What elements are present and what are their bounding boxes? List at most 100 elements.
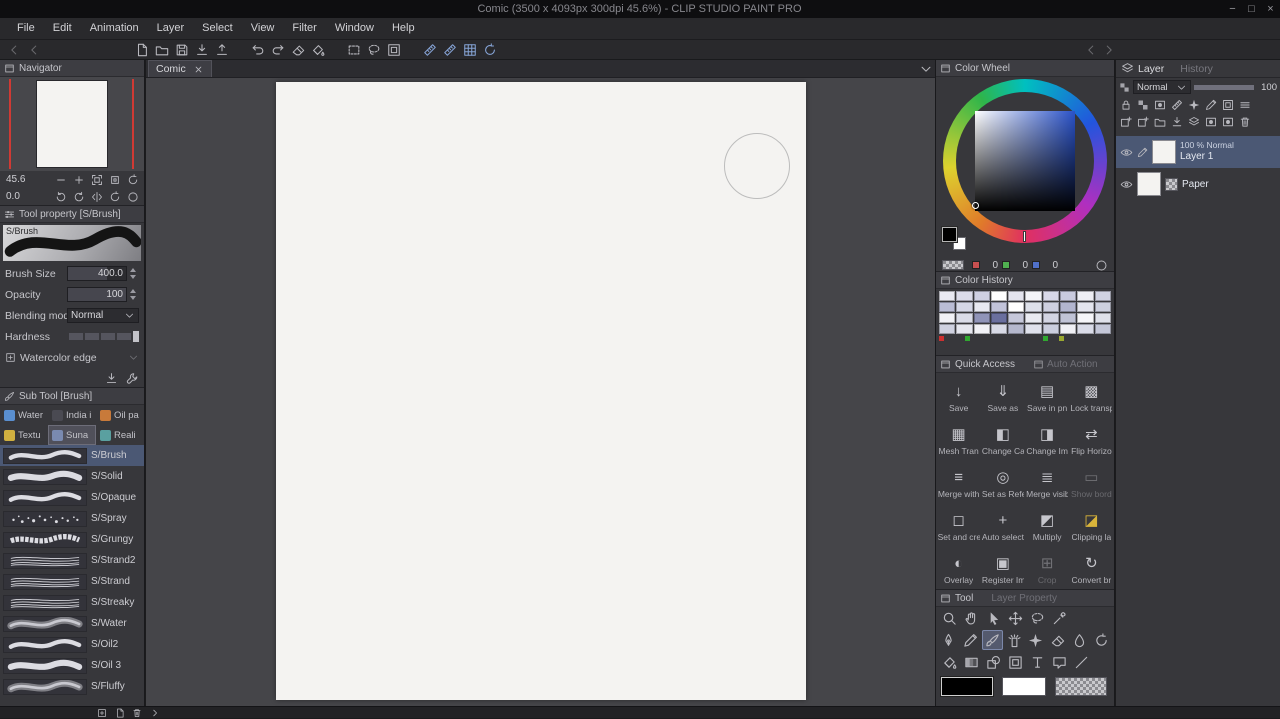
menu-select[interactable]: Select bbox=[193, 18, 242, 39]
color-history-swatch[interactable] bbox=[1077, 324, 1094, 334]
close-icon[interactable] bbox=[193, 64, 204, 75]
color-history-swatch[interactable] bbox=[1094, 291, 1111, 301]
correction-line-tool-button[interactable] bbox=[1070, 652, 1092, 672]
color-history-swatch[interactable] bbox=[990, 291, 1008, 301]
fill-tool-button[interactable] bbox=[938, 652, 960, 672]
menu-filter[interactable]: Filter bbox=[283, 18, 325, 39]
delete-subtool-button[interactable] bbox=[131, 707, 143, 719]
quick-access-set-and-create[interactable]: ◻ Set and cre bbox=[937, 504, 980, 547]
subtool-detail-icon[interactable] bbox=[126, 372, 139, 385]
transfer-to-lower-layer-icon[interactable] bbox=[1171, 116, 1183, 128]
color-history-swatch[interactable] bbox=[956, 313, 973, 323]
color-history-swatch[interactable] bbox=[1060, 302, 1077, 312]
reset-zoom-button[interactable] bbox=[124, 172, 141, 188]
maximize-button[interactable]: □ bbox=[1242, 0, 1261, 18]
menu-view[interactable]: View bbox=[242, 18, 284, 39]
color-history-swatch[interactable] bbox=[1094, 302, 1111, 312]
transparent-color-chip[interactable] bbox=[942, 260, 964, 270]
apply-mask-icon[interactable] bbox=[1222, 116, 1234, 128]
merge-with-lower-layer-icon[interactable] bbox=[1188, 116, 1200, 128]
reference-layer-icon[interactable] bbox=[1188, 99, 1200, 111]
rotate-right-button[interactable] bbox=[70, 189, 87, 205]
ruler-layer-icon[interactable] bbox=[1171, 99, 1183, 111]
subtool-tab-suna[interactable]: Suna bbox=[48, 425, 96, 445]
toolbar-scroll-left-button[interactable] bbox=[5, 41, 23, 59]
quick-access-save-as[interactable]: ⇓ Save as bbox=[981, 375, 1024, 418]
subtool-item[interactable]: S/Spray bbox=[0, 508, 144, 529]
subtool-item[interactable]: S/Fluffy bbox=[0, 676, 144, 697]
zoom-tool-button[interactable] bbox=[938, 608, 960, 628]
color-history-swatch[interactable] bbox=[1077, 313, 1094, 323]
text-tool-button[interactable] bbox=[1026, 652, 1048, 672]
subtool-item[interactable]: S/Strand2 bbox=[0, 550, 144, 571]
tab-list-button[interactable] bbox=[917, 60, 935, 78]
color-history-swatch[interactable] bbox=[956, 291, 973, 301]
layer-menu-icon[interactable] bbox=[1239, 99, 1251, 111]
color-history-swatch[interactable] bbox=[973, 313, 990, 323]
clear-button[interactable] bbox=[289, 41, 307, 59]
color-history-swatch[interactable] bbox=[1025, 324, 1042, 334]
color-history-swatch[interactable] bbox=[973, 324, 990, 334]
hand-tool-button[interactable] bbox=[960, 608, 982, 628]
quick-access-lock-transparent[interactable]: ▩ Lock transp bbox=[1070, 375, 1113, 418]
main-color-swatch[interactable] bbox=[940, 675, 994, 697]
toolbar-scroll-left2-button[interactable] bbox=[25, 41, 43, 59]
rotate-view-button[interactable] bbox=[481, 41, 499, 59]
color-mode-icon[interactable] bbox=[1095, 259, 1108, 272]
frame-border-tool-button[interactable] bbox=[1004, 652, 1026, 672]
fill-button[interactable] bbox=[309, 41, 327, 59]
color-marker[interactable] bbox=[1059, 336, 1064, 341]
quick-access-clipping-layer[interactable]: ◪ Clipping la bbox=[1070, 504, 1113, 547]
color-history-swatch[interactable] bbox=[1025, 313, 1042, 323]
draft-layer-icon[interactable] bbox=[1205, 99, 1217, 111]
color-history-swatch[interactable] bbox=[1025, 302, 1042, 312]
rotate-left-button[interactable] bbox=[52, 189, 69, 205]
blue-channel-value[interactable]: 0 bbox=[1044, 260, 1058, 271]
add-subtool-button[interactable] bbox=[96, 707, 108, 719]
menu-help[interactable]: Help bbox=[383, 18, 424, 39]
color-history-swatch[interactable] bbox=[990, 324, 1008, 334]
pencil-tool-button[interactable] bbox=[960, 630, 982, 650]
color-history-swatch[interactable] bbox=[973, 291, 990, 301]
eye-icon[interactable] bbox=[1120, 178, 1133, 191]
color-history-swatch[interactable] bbox=[939, 324, 956, 334]
new-vector-layer-icon[interactable] bbox=[1137, 116, 1149, 128]
eyedropper-tool-button[interactable] bbox=[1048, 608, 1070, 628]
blend-tool-button[interactable] bbox=[1069, 630, 1091, 650]
menu-window[interactable]: Window bbox=[326, 18, 383, 39]
color-history-swatch[interactable] bbox=[939, 302, 956, 312]
subtool-item[interactable]: S/Opaque bbox=[0, 487, 144, 508]
create-layer-mask-icon[interactable] bbox=[1205, 116, 1217, 128]
green-channel-value[interactable]: 0 bbox=[1014, 260, 1028, 271]
layer-item-paper[interactable]: Paper bbox=[1116, 168, 1280, 200]
chevron-down-icon[interactable] bbox=[128, 352, 139, 363]
color-marker[interactable] bbox=[939, 336, 944, 341]
subtool-item[interactable]: S/Oil 3 bbox=[0, 655, 144, 676]
operation-tool-button[interactable] bbox=[982, 608, 1004, 628]
quick-access-merge-with[interactable]: ≡ Merge with bbox=[937, 461, 980, 504]
reset-rotation-button[interactable] bbox=[106, 189, 123, 205]
panel-collapse-right-button[interactable] bbox=[1100, 41, 1118, 59]
color-history-swatch[interactable] bbox=[1077, 291, 1094, 301]
quick-access-multiply[interactable]: ◩ Multiply bbox=[1026, 504, 1069, 547]
enable-mask-icon[interactable] bbox=[1154, 99, 1166, 111]
snap-ruler-button[interactable] bbox=[421, 41, 439, 59]
subtool-item[interactable]: S/Solid bbox=[0, 466, 144, 487]
subtool-tab-realistic[interactable]: Reali bbox=[96, 425, 144, 445]
layer-opacity-slider[interactable] bbox=[1194, 84, 1254, 90]
transparent-color-swatch[interactable] bbox=[1055, 676, 1107, 696]
color-history-swatch[interactable] bbox=[1008, 324, 1025, 334]
color-history-swatch[interactable] bbox=[939, 291, 956, 301]
duplicate-subtool-button[interactable] bbox=[114, 707, 126, 719]
save-file-button[interactable] bbox=[173, 41, 191, 59]
liquify-tool-button[interactable] bbox=[1090, 630, 1112, 650]
color-history-swatch[interactable] bbox=[956, 324, 973, 334]
blend-mode-dropdown[interactable]: Normal bbox=[1133, 80, 1191, 94]
opacity-stepper[interactable] bbox=[130, 287, 139, 302]
tab-history[interactable]: History bbox=[1180, 63, 1213, 75]
sub-color-swatch[interactable] bbox=[1002, 676, 1046, 696]
saturation-value-square[interactable] bbox=[975, 111, 1075, 211]
tab-layer-property[interactable]: Layer Property bbox=[991, 593, 1057, 604]
close-button[interactable]: × bbox=[1261, 0, 1280, 18]
subtool-item[interactable]: S/Strand bbox=[0, 571, 144, 592]
